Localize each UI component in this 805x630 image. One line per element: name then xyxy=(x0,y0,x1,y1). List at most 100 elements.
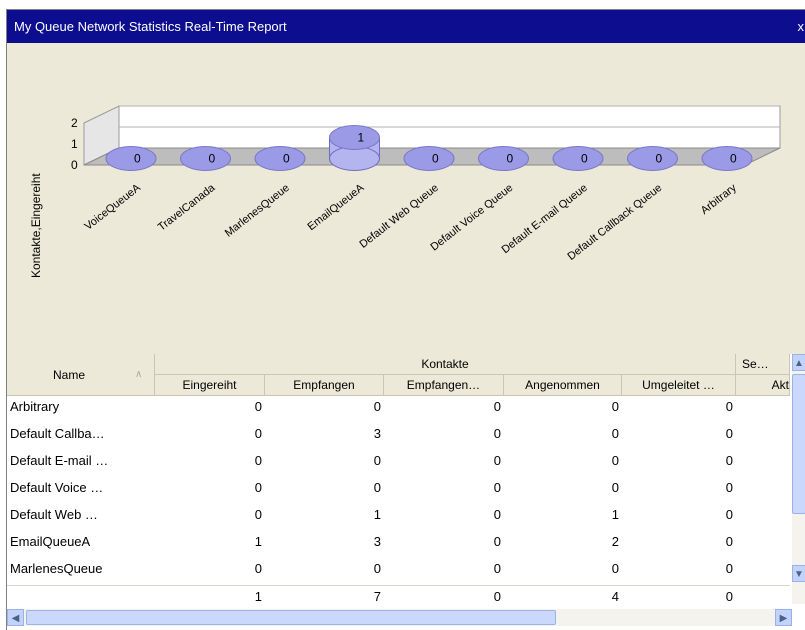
bar-top xyxy=(701,146,753,171)
col-header-eingereiht[interactable]: Eingereiht xyxy=(155,375,265,396)
total-cell: 4 xyxy=(611,589,619,604)
row-value-cell: 0 xyxy=(254,507,262,522)
bar-data-label: 0 xyxy=(283,152,290,166)
row-value-cell: 0 xyxy=(373,480,381,495)
scroll-up-button[interactable]: ▲ xyxy=(792,354,805,371)
x-tick-label: Arbitrary xyxy=(699,182,740,217)
vertical-scrollbar[interactable]: ▲ ▼ xyxy=(792,354,805,604)
data-grid: Name ∧ Kontakte Se… Eingereiht Empfangen… xyxy=(7,354,805,630)
bar-data-label: 0 xyxy=(432,152,439,166)
col-header-empfangen-2[interactable]: Empfangen… xyxy=(384,375,504,396)
y-tick-label: 1 xyxy=(71,137,78,151)
row-name-cell: Default Voice … xyxy=(10,480,104,495)
table-row[interactable]: EmailQueueA 1 3 0 2 0 xyxy=(7,531,790,552)
row-value-cell: 0 xyxy=(611,426,619,441)
bar-data-label: 0 xyxy=(730,152,737,166)
sort-asc-icon: ∧ xyxy=(135,369,143,380)
row-value-cell: 2 xyxy=(611,534,619,549)
row-name-cell: Default Web … xyxy=(10,507,98,522)
row-value-cell: 0 xyxy=(725,480,733,495)
row-value-cell: 0 xyxy=(373,453,381,468)
y-axis-label: Kontakte,Eingereiht xyxy=(29,173,43,278)
col-header-umgeleitet[interactable]: Umgeleitet … xyxy=(622,375,736,396)
bar-top xyxy=(105,146,157,171)
name-column-header[interactable]: Name ∧ xyxy=(7,354,155,396)
table-row[interactable]: Arbitrary 0 0 0 0 0 xyxy=(7,396,790,417)
row-value-cell: 0 xyxy=(725,399,733,414)
total-cell: 1 xyxy=(254,589,262,604)
horizontal-scrollbar[interactable]: ◀ ▶ xyxy=(7,609,792,626)
row-name-cell: Arbitrary xyxy=(10,399,60,414)
table-row[interactable]: Default E-mail … 0 0 0 0 0 xyxy=(7,450,790,471)
se-group-label: Se… xyxy=(742,357,769,371)
col-header-label: Eingereiht xyxy=(182,378,237,392)
row-value-cell: 0 xyxy=(725,561,733,576)
bar-data-label: 0 xyxy=(209,152,216,166)
col-header-label: Akt xyxy=(771,378,789,392)
x-tick-label: VoiceQueueA xyxy=(82,182,143,233)
window-title: My Queue Network Statistics Real-Time Re… xyxy=(14,19,287,34)
horizontal-scroll-thumb[interactable] xyxy=(26,610,556,625)
row-value-cell: 0 xyxy=(373,561,381,576)
x-tick-label: Default Voice Queue xyxy=(428,182,515,254)
close-button[interactable]: x xyxy=(798,19,805,34)
row-value-cell: 0 xyxy=(611,453,619,468)
bar-chart: 0 1 2 Kontakte,Eingereiht 0 VoiceQueueA 0 Trav… xyxy=(29,105,781,278)
col-header-label: Empfangen xyxy=(293,378,355,392)
row-value-cell: 0 xyxy=(254,426,262,441)
row-value-cell: 0 xyxy=(254,480,262,495)
row-name-cell: MarlenesQueue xyxy=(10,561,103,576)
total-cell: 0 xyxy=(725,589,733,604)
bar-data-label: 0 xyxy=(134,152,141,166)
scroll-left-button[interactable]: ◀ xyxy=(7,609,24,626)
row-value-cell: 3 xyxy=(373,426,381,441)
scroll-down-button[interactable]: ▼ xyxy=(792,565,805,582)
row-value-cell: 0 xyxy=(725,534,733,549)
row-value-cell: 3 xyxy=(373,534,381,549)
bar-top xyxy=(329,125,380,150)
x-tick-label: EmailQueueA xyxy=(305,182,366,234)
table-row[interactable]: MarlenesQueue 0 0 0 0 0 xyxy=(7,558,790,579)
table-row[interactable]: Default Voice … 0 0 0 0 0 xyxy=(7,477,790,498)
row-value-cell: 0 xyxy=(493,399,501,414)
col-header-empfangen[interactable]: Empfangen xyxy=(265,375,384,396)
row-value-cell: 0 xyxy=(611,480,619,495)
row-value-cell: 0 xyxy=(725,426,733,441)
table-row[interactable]: Default Web … 0 1 0 1 0 xyxy=(7,504,790,525)
bar-data-label: 1 xyxy=(358,131,365,145)
bar-data-label: 0 xyxy=(507,152,514,166)
chart-panel: 0 1 2 Kontakte,Eingereiht 0 VoiceQueueA 0 Trav… xyxy=(7,43,805,354)
row-value-cell: 0 xyxy=(611,561,619,576)
total-cell: 0 xyxy=(493,589,501,604)
x-tick-label: TravelCanada xyxy=(156,181,218,233)
table-row[interactable]: Default Callba… 0 3 0 0 0 xyxy=(7,423,790,444)
total-cell: 7 xyxy=(373,589,381,604)
se-group-header: Se… xyxy=(736,354,790,375)
bar-top xyxy=(627,146,678,171)
title-bar: My Queue Network Statistics Real-Time Re… xyxy=(7,10,805,43)
row-name-cell: Default E-mail … xyxy=(10,453,109,468)
bar-top xyxy=(254,146,306,171)
row-value-cell: 0 xyxy=(493,453,501,468)
y-tick-label: 0 xyxy=(71,158,78,172)
row-value-cell: 0 xyxy=(493,480,501,495)
vertical-scroll-thumb[interactable] xyxy=(792,374,805,514)
row-name-cell: Default Callba… xyxy=(10,426,105,441)
row-value-cell: 0 xyxy=(254,561,262,576)
row-value-cell: 0 xyxy=(725,507,733,522)
row-value-cell: 1 xyxy=(611,507,619,522)
col-header-angenommen[interactable]: Angenommen xyxy=(504,375,622,396)
x-tick-label: MarlenesQueue xyxy=(223,182,292,240)
row-value-cell: 0 xyxy=(611,399,619,414)
row-value-cell: 0 xyxy=(493,426,501,441)
row-value-cell: 0 xyxy=(493,561,501,576)
bar-data-label: 0 xyxy=(581,152,588,166)
col-header-akt[interactable]: Akt xyxy=(736,375,790,396)
bar-cylinder-base xyxy=(329,146,380,171)
kontakte-group-label: Kontakte xyxy=(421,357,469,371)
y-tick-label: 2 xyxy=(71,116,78,130)
kontakte-group-header: Kontakte xyxy=(155,354,736,375)
scroll-right-button[interactable]: ▶ xyxy=(775,609,792,626)
row-value-cell: 0 xyxy=(493,534,501,549)
row-value-cell: 1 xyxy=(254,534,262,549)
